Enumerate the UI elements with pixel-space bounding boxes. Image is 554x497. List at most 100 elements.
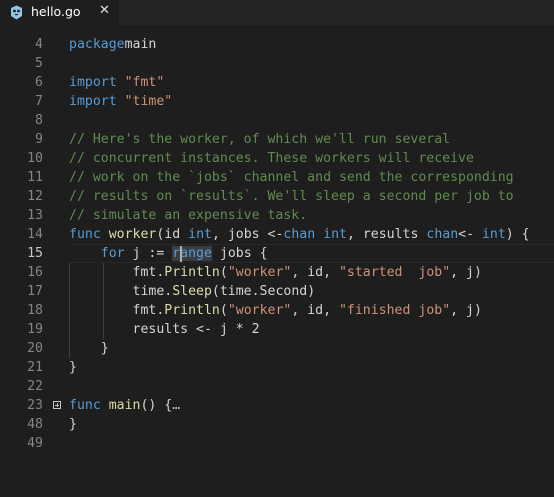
code-token: main [124, 37, 157, 52]
code-token: "worker" [227, 265, 292, 280]
code-token: "started job" [338, 265, 451, 280]
line-number: 13 [27, 208, 43, 223]
code-line[interactable]: 10 // concurrent instances. These workers… [0, 149, 554, 168]
code-line[interactable]: 14 func worker(id int, jobs <-chan int, r… [0, 225, 554, 244]
line-number: 8 [35, 113, 43, 128]
code-token: (time.Second) [211, 284, 316, 299]
code-line[interactable]: 16 fmt.Println("worker", id, "started jo… [0, 263, 554, 282]
code-line[interactable]: 12 // results on `results`. We'll sleep a… [0, 187, 554, 206]
code-token: // Here's the worker, of which we'll run… [69, 132, 451, 147]
code-token: Sleep [172, 284, 212, 299]
line-number: 48 [27, 417, 43, 432]
code-line[interactable]: 5 [0, 54, 554, 73]
code-token: fmt. [69, 303, 165, 318]
code-token: , j) [450, 265, 482, 280]
code-editor[interactable]: 4 packagemain 5 6 import "fmt" 7 import "time"… [0, 25, 554, 497]
code-line[interactable]: 6 import "fmt" [0, 73, 554, 92]
code-token: Println [164, 265, 220, 280]
code-line[interactable]: 9 // Here's the worker, of which we'll ru… [0, 130, 554, 149]
line-number: 17 [27, 284, 43, 299]
code-line[interactable]: 4 packagemain [0, 35, 554, 54]
code-text: import "fmt" [69, 73, 164, 92]
code-token: worker [108, 227, 157, 242]
code-token: , id, [291, 265, 339, 280]
code-text: // Here's the worker, of which we'll run… [69, 130, 450, 149]
code-token: ( [219, 303, 228, 318]
line-number: 5 [35, 56, 43, 71]
code-token: (id [156, 227, 189, 242]
code-token: … [172, 398, 181, 413]
fold-expand-icon[interactable] [53, 401, 61, 409]
code-token: } [69, 341, 109, 356]
code-token: main [108, 398, 141, 413]
tab-hello-go[interactable]: hello.go ✕ [0, 0, 119, 25]
code-token: int [323, 227, 347, 242]
code-token: , results [346, 227, 427, 242]
code-line[interactable]: 21} [0, 358, 554, 377]
tab-bar: hello.go ✕ [0, 0, 554, 25]
line-number: 6 [35, 75, 43, 90]
code-line[interactable]: 49 [0, 434, 554, 453]
code-line[interactable]: 17 time.Sleep(time.Second) [0, 282, 554, 301]
line-number: 11 [27, 170, 43, 185]
code-line[interactable]: 8 [0, 111, 554, 130]
code-text: fmt.Println("worker", id, "finished job"… [69, 301, 482, 320]
code-line[interactable]: 11 // work on the `jobs` channel and send… [0, 168, 554, 187]
line-number: 16 [27, 265, 43, 280]
line-number: 14 [27, 227, 43, 242]
code-text: import "time" [69, 92, 172, 111]
code-line[interactable]: 13 // simulate an expensive task. [0, 206, 554, 225]
code-token: time. [69, 284, 173, 299]
code-line[interactable]: 22 [0, 377, 554, 396]
code-token: "worker" [227, 303, 292, 318]
code-token: // results on `results`. We'll sleep a s… [69, 189, 514, 204]
code-token: ) { [505, 227, 530, 242]
code-token: "fmt" [124, 75, 165, 90]
code-token: import [69, 94, 117, 109]
code-token: // concurrent instances. These workers w… [69, 151, 474, 166]
code-text: time.Sleep(time.Second) [69, 282, 316, 301]
code-text: // results on `results`. We'll sleep a s… [69, 187, 514, 206]
code-token: "time" [124, 94, 173, 109]
code-text: func main() {… [69, 396, 180, 415]
code-token: int [188, 227, 212, 242]
code-token: } [69, 417, 77, 432]
close-icon[interactable]: ✕ [99, 3, 110, 18]
code-token: () { [140, 398, 173, 413]
code-token: package [69, 37, 125, 52]
line-number: 22 [27, 379, 43, 394]
line-number: 18 [27, 303, 43, 318]
code-token: , j) [450, 303, 482, 318]
code-text: // concurrent instances. These workers w… [69, 149, 474, 168]
code-token: int [481, 227, 506, 242]
code-line[interactable]: 19 results <- j * 2 [0, 320, 554, 339]
code-token: func [69, 398, 101, 413]
line-number: 23 [27, 398, 43, 413]
code-token: "finished job" [338, 303, 451, 318]
code-line[interactable]: 23 func main() {… [0, 396, 554, 415]
code-text: // work on the `jobs` channel and send t… [69, 168, 514, 187]
line-number: 15 [27, 246, 43, 261]
code-token: // work on the `jobs` channel and send t… [69, 170, 514, 185]
tab-label: hello.go [31, 4, 81, 19]
code-line[interactable]: 7 import "time" [0, 92, 554, 111]
code-text: } [69, 415, 77, 434]
indent-guide [103, 263, 104, 339]
line-number: 7 [35, 94, 43, 109]
current-line-highlight [69, 244, 554, 263]
code-line[interactable]: 48} [0, 415, 554, 434]
code-text: } [69, 339, 109, 358]
code-line[interactable]: 20 } [0, 339, 554, 358]
code-text: fmt.Println("worker", id, "started job",… [69, 263, 482, 282]
code-token: , id, [291, 303, 339, 318]
line-number: 9 [35, 132, 43, 147]
editor-top-edge [0, 25, 554, 30]
go-file-icon [11, 5, 22, 20]
line-number: 19 [27, 322, 43, 337]
code-token: chan [426, 227, 459, 242]
code-line[interactable]: 18 fmt.Println("worker", id, "finished j… [0, 301, 554, 320]
code-text: func worker(id int, jobs <-chan int, res… [69, 225, 530, 244]
